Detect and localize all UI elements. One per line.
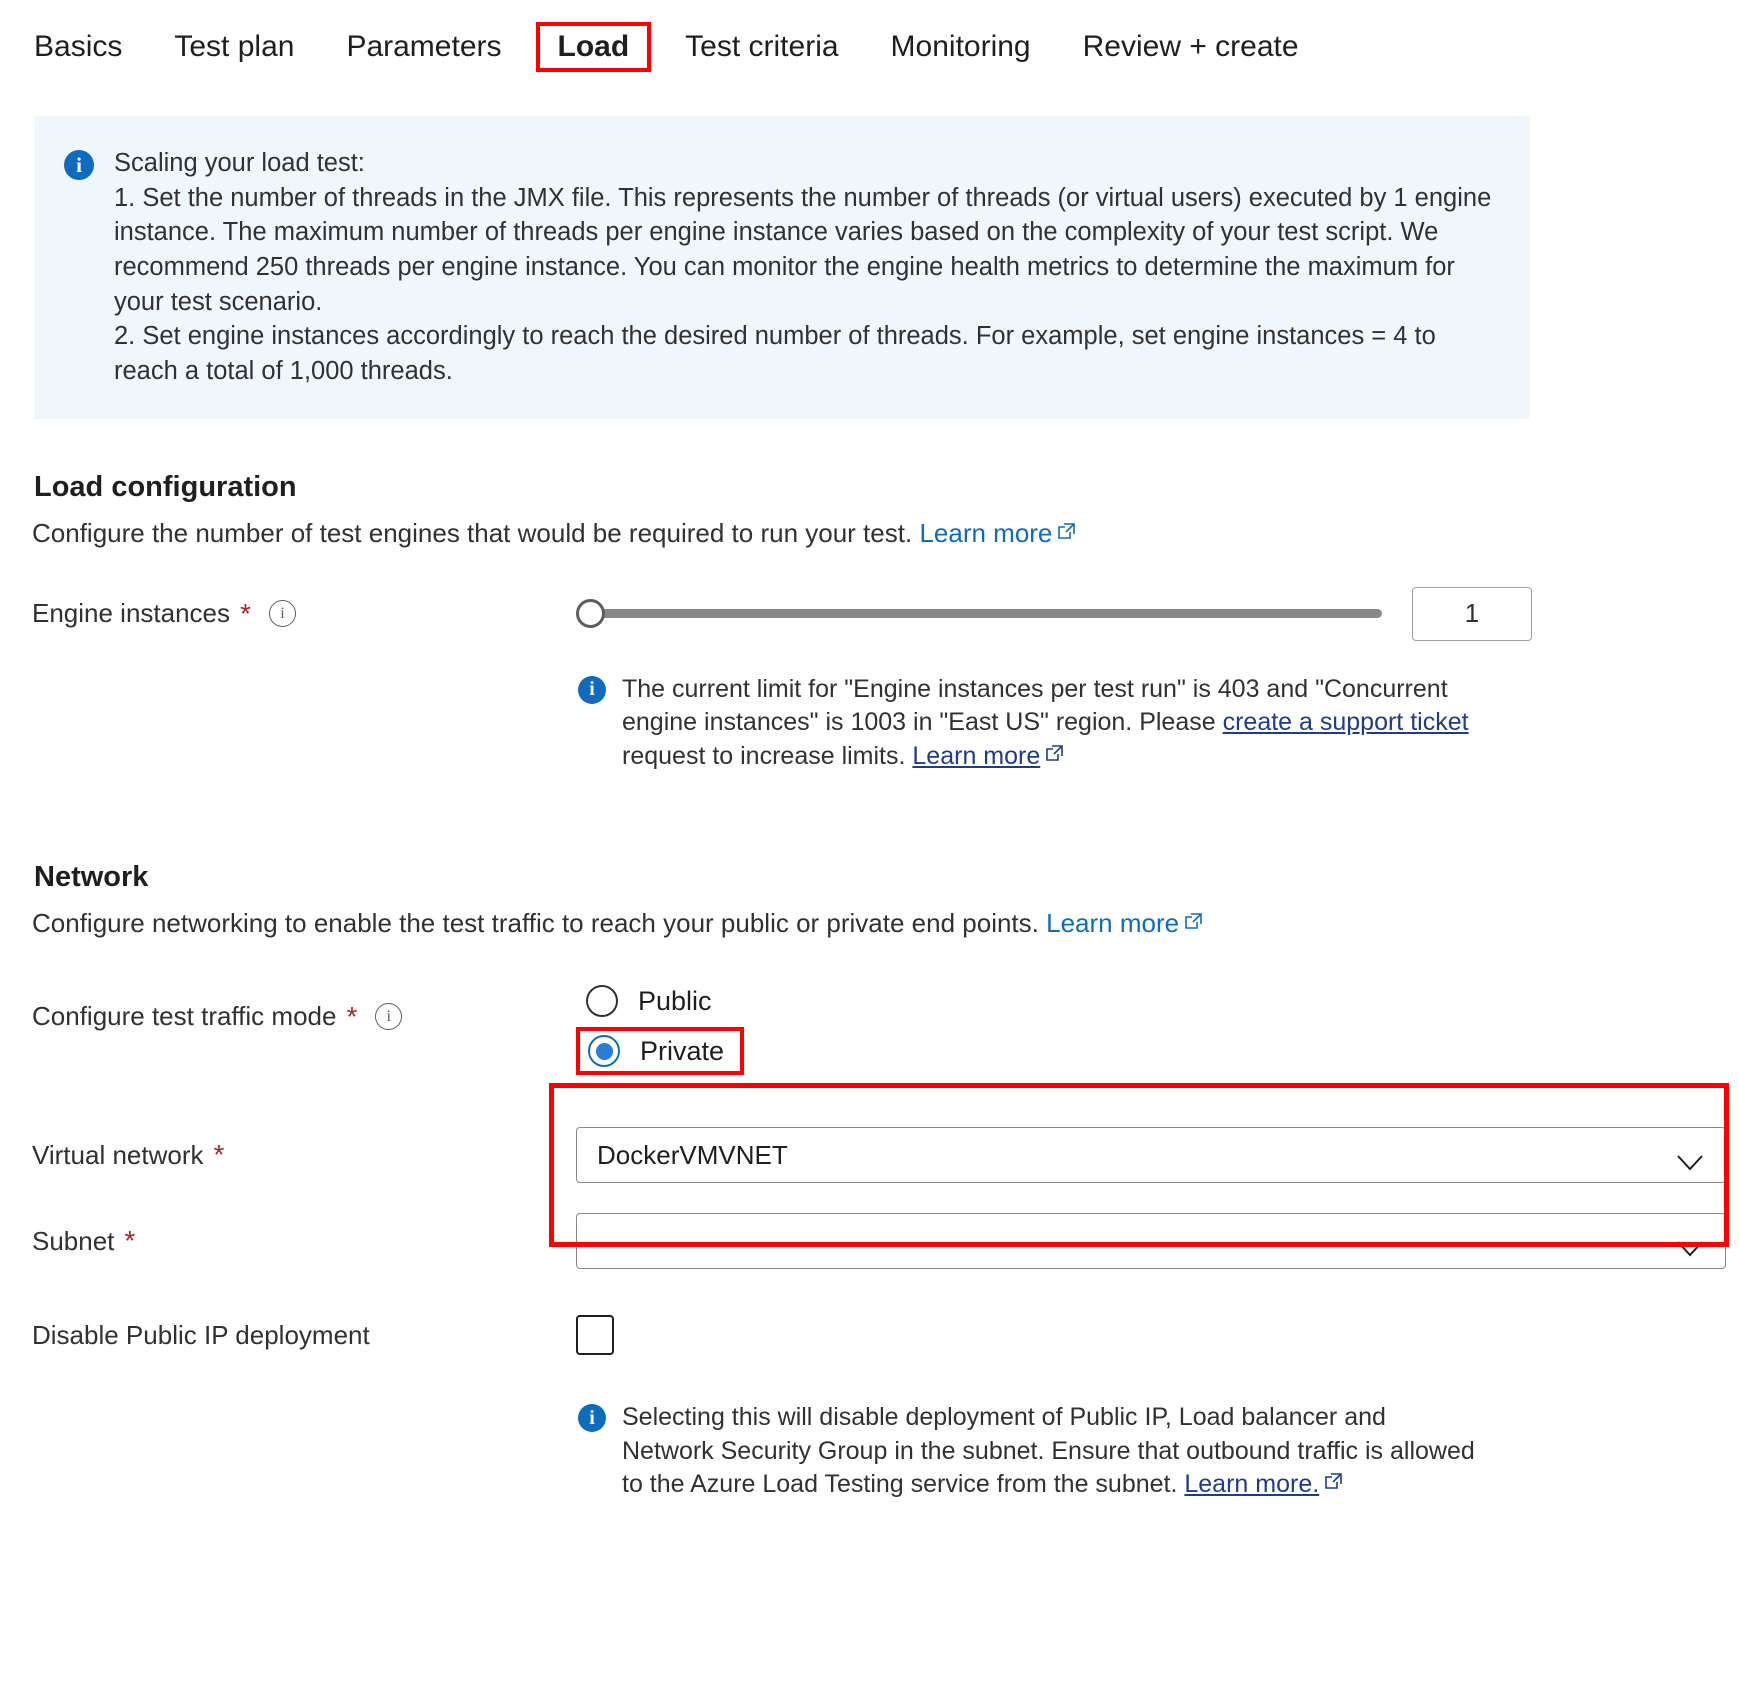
radio-label: Private: [640, 1035, 725, 1066]
banner-line-1: 1. Set the number of threads in the JMX …: [114, 183, 1492, 316]
external-link-icon: [1046, 744, 1064, 762]
tab-review-create[interactable]: Review + create: [1057, 24, 1325, 70]
tab-label: Monitoring: [890, 30, 1031, 63]
traffic-mode-label: Configure test traffic mode * i: [32, 1001, 576, 1032]
subnet-dropdown[interactable]: [576, 1213, 1726, 1270]
info-icon: i: [578, 1404, 606, 1433]
tab-test-criteria[interactable]: Test criteria: [659, 24, 864, 70]
virtual-network-dropdown[interactable]: DockerVMVNET: [576, 1127, 1726, 1184]
traffic-mode-radio-group: Public Private: [576, 979, 745, 1076]
radio-option-private[interactable]: Private: [576, 1027, 745, 1076]
chevron-down-icon: [1677, 1233, 1703, 1257]
disable-public-ip-label-text: Disable Public IP deployment: [32, 1319, 370, 1350]
wizard-tab-bar: Basics Test plan Parameters Load Test cr…: [0, 0, 1739, 72]
disable-public-ip-note: i Selecting this will disable deployment…: [578, 1401, 1478, 1502]
banner-line-2: 2. Set engine instances accordingly to r…: [114, 322, 1436, 386]
radio-circle-icon: [586, 985, 618, 1018]
disable-public-ip-checkbox[interactable]: [576, 1315, 614, 1356]
tab-label: Basics: [34, 30, 123, 63]
virtual-network-label-text: Virtual network: [32, 1139, 204, 1170]
info-circle-icon[interactable]: i: [268, 600, 296, 628]
tab-parameters[interactable]: Parameters: [320, 24, 527, 70]
scaling-info-banner: i Scaling your load test: 1. Set the num…: [34, 116, 1530, 419]
link-label: Learn more: [912, 741, 1041, 770]
tab-label: Test criteria: [685, 30, 839, 63]
subnet-label: Subnet *: [32, 1226, 576, 1257]
disable-public-ip-row: Disable Public IP deployment: [32, 1315, 1739, 1356]
required-asterisk: *: [240, 597, 251, 629]
link-label: Learn more: [919, 517, 1053, 548]
slider-track: [590, 609, 1382, 619]
engine-instances-label-text: Engine instances: [32, 598, 231, 629]
engine-instances-value-input[interactable]: 1: [1412, 586, 1532, 641]
engine-instances-slider[interactable]: [576, 598, 1382, 630]
traffic-mode-label-text: Configure test traffic mode: [32, 1001, 337, 1032]
scaling-info-text: Scaling your load test: 1. Set the numbe…: [114, 146, 1496, 389]
disable-public-ip-label: Disable Public IP deployment: [32, 1320, 576, 1351]
virtual-network-selected-value: DockerVMVNET: [597, 1139, 788, 1170]
traffic-mode-row: Configure test traffic mode * i Public P…: [32, 979, 1739, 1076]
limit-note-part-2: request to increase limits.: [622, 741, 913, 770]
external-link-icon: [1185, 913, 1202, 930]
tab-label: Test plan: [174, 30, 295, 63]
virtual-network-label: Virtual network *: [32, 1140, 576, 1171]
required-asterisk: *: [346, 1000, 358, 1032]
engine-limit-note: i The current limit for "Engine instance…: [578, 673, 1508, 774]
engine-limit-learn-more-link[interactable]: Learn more: [912, 742, 1040, 770]
external-link-icon: [1058, 522, 1076, 540]
engine-limit-note-text: The current limit for "Engine instances …: [622, 673, 1508, 774]
external-link-icon: [1325, 1473, 1342, 1490]
radio-circle-selected-icon: [588, 1035, 620, 1068]
tab-label: Load: [557, 30, 630, 63]
tab-basics[interactable]: Basics: [26, 24, 148, 70]
load-configuration-description-text: Configure the number of test engines tha…: [32, 517, 913, 548]
create-support-ticket-link[interactable]: create a support ticket: [1223, 708, 1469, 736]
subnet-row: Subnet *: [32, 1213, 1739, 1270]
load-configuration-heading: Load configuration: [34, 470, 297, 503]
tab-label: Parameters: [346, 30, 502, 63]
required-asterisk: *: [213, 1139, 225, 1171]
network-heading: Network: [34, 861, 149, 894]
network-learn-more-link[interactable]: Learn more: [1046, 908, 1179, 938]
subnet-label-text: Subnet: [32, 1225, 115, 1256]
engine-instances-slider-group: 1: [576, 586, 1532, 641]
note-text-body: Selecting this will disable deployment o…: [622, 1403, 1475, 1499]
required-asterisk: *: [124, 1225, 136, 1257]
load-test-configuration-page: Basics Test plan Parameters Load Test cr…: [0, 0, 1739, 1697]
disable-public-ip-note-text: Selecting this will disable deployment o…: [622, 1401, 1478, 1502]
tab-monitoring[interactable]: Monitoring: [865, 24, 1057, 70]
tab-test-plan[interactable]: Test plan: [148, 24, 320, 70]
tab-load[interactable]: Load: [535, 22, 652, 72]
network-description: Configure networking to enable the test …: [32, 908, 1739, 939]
engine-instances-row: Engine instances * i 1: [32, 586, 1739, 641]
load-configuration-learn-more-link[interactable]: Learn more: [919, 518, 1052, 548]
virtual-network-row: Virtual network * DockerVMVNET: [32, 1127, 1739, 1184]
tab-label: Review + create: [1082, 30, 1299, 63]
radio-option-public[interactable]: Public: [576, 979, 726, 1023]
engine-instances-label: Engine instances * i: [32, 598, 576, 629]
link-label: create a support ticket: [1222, 708, 1469, 737]
info-circle-icon[interactable]: i: [375, 1003, 403, 1031]
link-label: Learn more: [1046, 908, 1180, 939]
banner-title: Scaling your load test:: [114, 149, 365, 177]
slider-thumb[interactable]: [576, 599, 605, 629]
network-description-text: Configure networking to enable the test …: [32, 908, 1039, 939]
info-icon: i: [64, 150, 94, 180]
load-configuration-description: Configure the number of test engines tha…: [32, 518, 1739, 549]
info-icon: i: [578, 675, 606, 704]
disable-note-learn-more-link[interactable]: Learn more.: [1184, 1470, 1319, 1498]
chevron-down-icon: [1677, 1147, 1703, 1171]
link-label: Learn more.: [1184, 1470, 1320, 1499]
radio-label: Public: [638, 985, 712, 1016]
